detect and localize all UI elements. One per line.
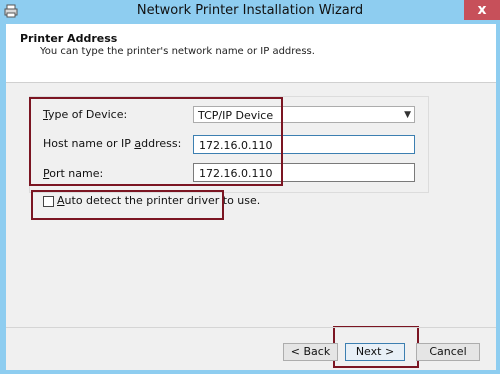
close-button[interactable]: x <box>464 0 500 20</box>
footer-divider <box>6 327 496 328</box>
window-title: Network Printer Installation Wizard <box>136 3 364 18</box>
back-button[interactable]: < Back <box>283 343 338 361</box>
page-title: Printer Address <box>20 32 118 45</box>
wizard-header: Printer Address You can type the printer… <box>6 24 496 83</box>
title-bar: Network Printer Installation Wizard x <box>0 0 500 24</box>
page-subtitle: You can type the printer's network name … <box>40 46 315 57</box>
cancel-button[interactable]: Cancel <box>416 343 480 361</box>
annotation-box-fields <box>29 97 283 186</box>
next-button[interactable]: Next > <box>345 343 405 361</box>
chevron-down-icon[interactable]: ▼ <box>404 107 411 124</box>
annotation-box-checkbox <box>31 190 224 220</box>
